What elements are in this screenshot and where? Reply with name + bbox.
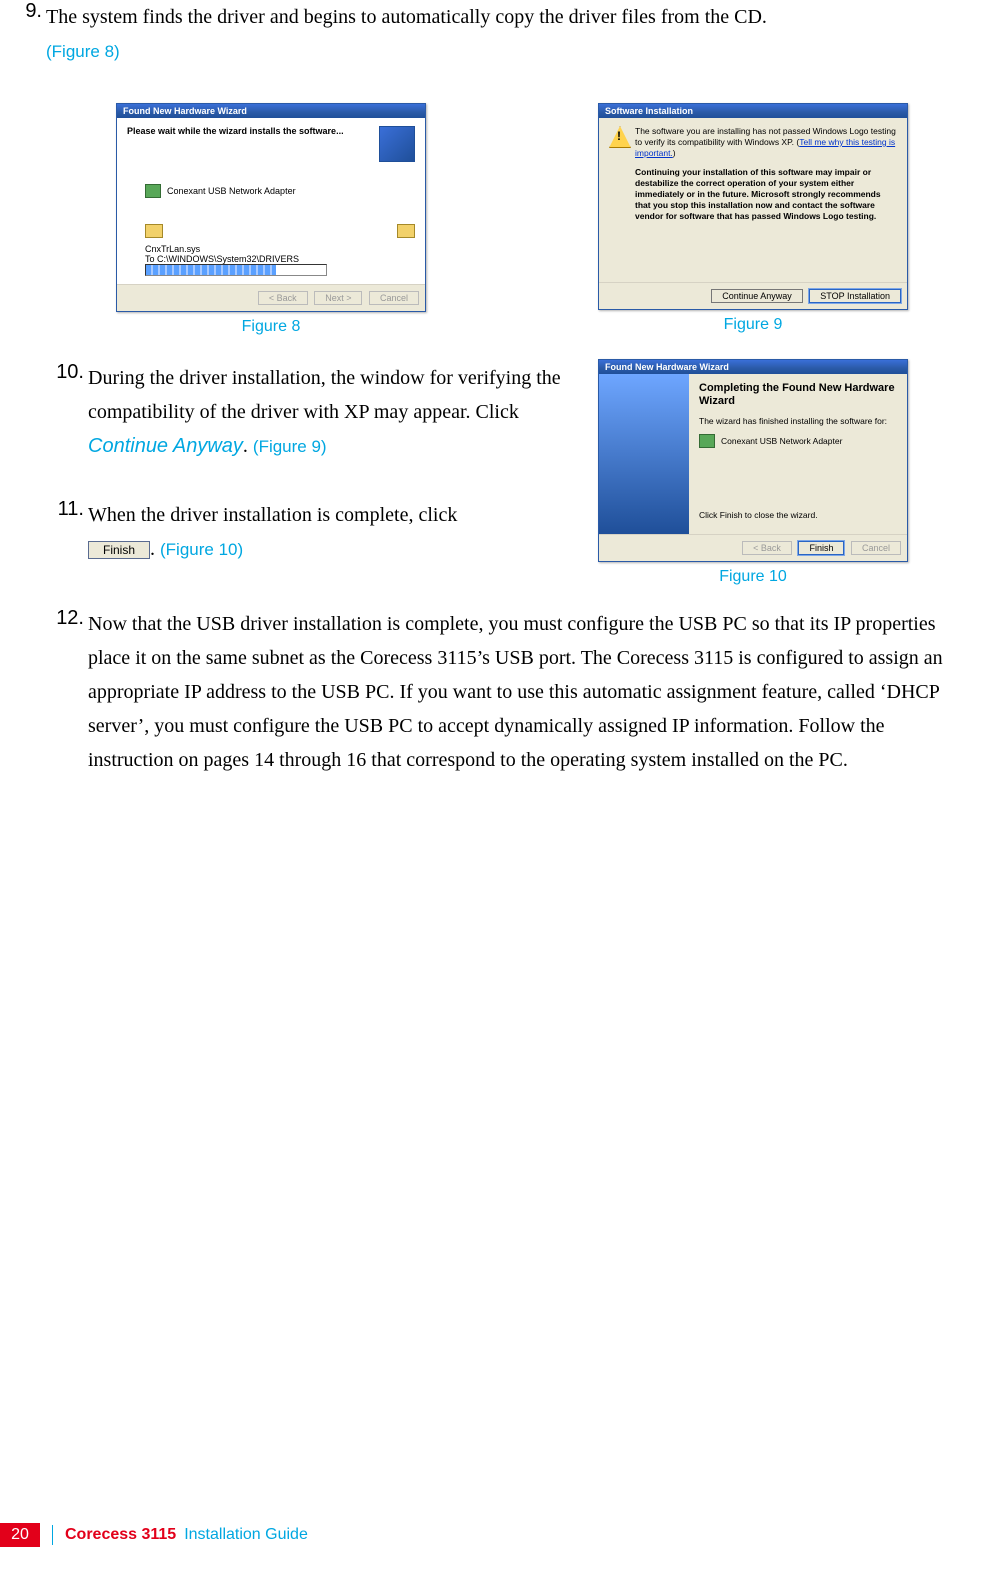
footer-product: Corecess 3115 <box>65 1526 176 1543</box>
fig8-device: Conexant USB Network Adapter <box>167 186 296 196</box>
page-number: 20 <box>0 1523 40 1547</box>
fig10-finish-button: Finish <box>798 541 844 555</box>
folder-icon <box>397 224 415 238</box>
step-number-10: 10. <box>46 361 84 384</box>
step-text-9: The system finds the driver and begins t… <box>46 0 949 69</box>
step10-text-a: During the driver installation, the wind… <box>88 367 561 423</box>
fig8-next-button: Next > <box>314 291 362 305</box>
fig8-back-button: < Back <box>258 291 308 305</box>
fig8-file: CnxTrLan.sys <box>145 244 415 254</box>
step-text-10: During the driver installation, the wind… <box>88 361 574 464</box>
inline-finish-button: Finish <box>88 541 150 559</box>
step11-figref: (Figure 10) <box>160 540 243 559</box>
fig9-msg1b: ) <box>673 148 676 158</box>
fig10-title: Found New Hardware Wizard <box>599 360 907 374</box>
footer-separator <box>52 1525 53 1545</box>
fig9-msg2: Continuing your installation of this sof… <box>635 167 897 222</box>
progress-bar <box>145 264 327 276</box>
fig10-device: Conexant USB Network Adapter <box>721 436 842 446</box>
fig9-continue-button: Continue Anyway <box>711 289 803 303</box>
figure8-caption: Figure 8 <box>116 318 426 336</box>
figure9-caption: Figure 9 <box>598 316 908 334</box>
step9-figref: (Figure 8) <box>46 42 120 61</box>
device-icon <box>145 184 161 198</box>
step10-text-b: . <box>243 435 253 457</box>
warning-icon <box>609 126 631 148</box>
step-number-9: 9. <box>4 0 42 23</box>
fig10-heading: Completing the Found New Hardware Wizard <box>699 382 899 408</box>
step11-text-a: When the driver installation is complete… <box>88 504 457 526</box>
fig10-back-button: < Back <box>742 541 792 555</box>
fig9-stop-button: STOP Installation <box>809 289 901 303</box>
footer-guide: Installation Guide <box>184 1526 308 1543</box>
step9-line: The system finds the driver and begins t… <box>46 6 767 28</box>
folder-icon <box>145 224 163 238</box>
fig8-dest: To C:\WINDOWS\System32\DRIVERS <box>145 254 415 264</box>
figure10-caption: Figure 10 <box>598 568 908 586</box>
figure-9: Software Installation The software you a… <box>598 103 908 334</box>
fig8-cancel-button: Cancel <box>369 291 419 305</box>
figure-10: Found New Hardware Wizard Completing the… <box>598 359 908 586</box>
step-text-12: Now that the USB driver installation is … <box>88 607 949 777</box>
device-icon <box>699 434 715 448</box>
step10-figref: (Figure 9) <box>253 437 327 456</box>
page-footer: 20 Corecess 3115 Installation Guide <box>0 1521 308 1549</box>
install-icon <box>379 126 415 162</box>
fig8-line1: Please wait while the wizard installs th… <box>127 126 379 136</box>
step11-text-b: . <box>150 538 160 560</box>
fig10-line2: Click Finish to close the wizard. <box>699 510 899 520</box>
step10-action: Continue Anyway <box>88 435 243 457</box>
step-number-11: 11. <box>46 498 84 521</box>
step-text-11: When the driver installation is complete… <box>88 498 574 567</box>
fig8-title: Found New Hardware Wizard <box>117 104 425 118</box>
figure-8: Found New Hardware Wizard Please wait wh… <box>116 103 426 336</box>
fig10-line1: The wizard has finished installing the s… <box>699 416 899 426</box>
fig10-cancel-button: Cancel <box>851 541 901 555</box>
step-number-12: 12. <box>46 607 84 630</box>
fig9-title: Software Installation <box>599 104 907 118</box>
